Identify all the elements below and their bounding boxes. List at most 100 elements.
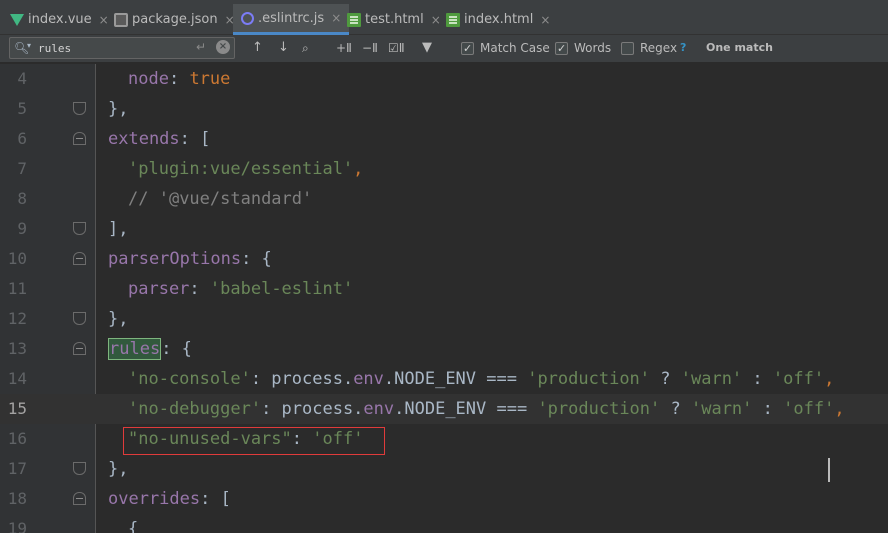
- tab-label: test.html: [365, 12, 424, 27]
- add-selection-icon[interactable]: +Ⅱ: [336, 39, 352, 57]
- search-box[interactable]: 🔍︎ ▾ ↵ ×: [9, 37, 235, 59]
- code-text: // '@vue/standard': [128, 189, 313, 209]
- chevron-down-icon[interactable]: ▾: [27, 41, 31, 50]
- code-line: 19 {: [0, 514, 888, 533]
- line-number: 15: [7, 399, 27, 418]
- line-number: 5: [17, 99, 27, 118]
- regex-checkbox[interactable]: [621, 41, 634, 55]
- close-icon[interactable]: ×: [99, 13, 109, 27]
- code-text: },: [108, 459, 129, 479]
- code-editor[interactable]: 4 node: true 5 }, 6 extends: [ 7 'plugin…: [0, 64, 888, 533]
- words-option[interactable]: Words: [555, 39, 612, 58]
- text-cursor: [828, 458, 830, 482]
- clear-icon[interactable]: ×: [216, 40, 230, 54]
- code-line: 11 parser: 'babel-eslint': [0, 274, 888, 304]
- search-input[interactable]: [38, 40, 188, 56]
- tab-label: package.json: [132, 12, 218, 27]
- eslint-icon: [241, 11, 254, 25]
- line-number: 16: [7, 429, 27, 448]
- search-match-highlight: rules: [108, 338, 162, 360]
- code-line-current: 15 'no-debugger': process.env.NODE_ENV =…: [0, 394, 888, 424]
- tab-package-json[interactable]: package.json ×: [114, 4, 235, 35]
- close-icon[interactable]: ×: [431, 13, 441, 27]
- fold-icon[interactable]: [73, 222, 86, 235]
- tab-test-html[interactable]: test.html ×: [347, 4, 441, 35]
- line-number: 4: [17, 69, 27, 88]
- fold-icon[interactable]: [73, 462, 86, 475]
- line-number: 17: [7, 459, 27, 478]
- fold-icon[interactable]: [73, 342, 86, 355]
- code-line: 18 overrides: [: [0, 484, 888, 514]
- line-number: 12: [7, 309, 27, 328]
- fold-icon[interactable]: [73, 132, 86, 145]
- code-line: 12 },: [0, 304, 888, 334]
- line-number: 11: [7, 279, 27, 298]
- code-line: 4 node: true: [0, 64, 888, 94]
- regex-label: Regex: [640, 41, 678, 55]
- fold-icon[interactable]: [73, 492, 86, 505]
- previous-occurrence-icon[interactable]: ↑: [252, 39, 263, 57]
- close-icon[interactable]: ×: [331, 11, 341, 25]
- words-checkbox[interactable]: [555, 40, 568, 58]
- filter-icon[interactable]: ▼: [422, 39, 432, 57]
- code-line: 5 },: [0, 94, 888, 124]
- remove-selection-icon[interactable]: −Ⅱ: [362, 39, 378, 57]
- annotation-highlight-box: [123, 427, 385, 455]
- html-icon: [446, 12, 460, 27]
- regex-help-link[interactable]: ?: [680, 39, 686, 57]
- editor-tab-bar: index.vue × package.json × .eslintrc.js …: [0, 0, 888, 35]
- tab-label: .eslintrc.js: [258, 10, 325, 26]
- line-number: 8: [17, 189, 27, 208]
- select-all-matches-icon[interactable]: ☑Ⅱ: [388, 39, 405, 57]
- fold-icon[interactable]: [73, 102, 86, 115]
- code-text: extends: [: [108, 129, 211, 149]
- line-number: 6: [17, 129, 27, 148]
- match-case-option[interactable]: Match Case: [461, 39, 550, 58]
- tab-label: index.html: [464, 12, 534, 27]
- code-text: },: [108, 99, 129, 119]
- code-line: 7 'plugin:vue/essential',: [0, 154, 888, 184]
- line-number: 18: [7, 489, 27, 508]
- tab-index-html[interactable]: index.html ×: [446, 4, 550, 35]
- match-case-label: Match Case: [480, 41, 550, 55]
- words-label: Words: [574, 41, 612, 55]
- new-line-icon[interactable]: ↵: [196, 40, 206, 54]
- line-number: 9: [17, 219, 27, 238]
- select-all-occurrences-icon[interactable]: ⌕: [302, 39, 309, 57]
- code-line: 13 rules: {: [0, 334, 888, 364]
- fold-icon[interactable]: [73, 252, 86, 265]
- line-number: 7: [17, 159, 27, 178]
- code-text: ],: [108, 219, 129, 239]
- next-occurrence-icon[interactable]: ↓: [278, 39, 289, 57]
- code-text: 'no-debugger': process.env.NODE_ENV === …: [128, 399, 845, 419]
- regex-option[interactable]: Regex: [621, 39, 677, 57]
- match-count: One match: [706, 41, 773, 54]
- tab-index-vue[interactable]: index.vue ×: [10, 4, 109, 35]
- html-icon: [347, 12, 361, 27]
- line-number: 14: [7, 369, 27, 388]
- line-number: 13: [7, 339, 27, 358]
- code-text: overrides: [: [108, 489, 231, 509]
- code-line: 14 'no-console': process.env.NODE_ENV ==…: [0, 364, 888, 394]
- close-icon[interactable]: ×: [540, 13, 550, 27]
- tab-eslintrc[interactable]: .eslintrc.js ×: [233, 4, 350, 35]
- code-text: parserOptions: {: [108, 249, 272, 269]
- fold-icon[interactable]: [73, 312, 86, 325]
- code-text: },: [108, 309, 129, 329]
- code-text: 'no-console': process.env.NODE_ENV === '…: [128, 369, 835, 389]
- find-bar: 🔍︎ ▾ ↵ × ↑ ↓ ⌕ +Ⅱ −Ⅱ ☑Ⅱ ▼ Match Case Wor…: [0, 35, 888, 63]
- code-text: {: [128, 519, 139, 533]
- code-text: parser: 'babel-eslint': [128, 279, 354, 299]
- package-icon: [114, 12, 128, 27]
- line-number: 19: [7, 519, 27, 533]
- code-line: 9 ],: [0, 214, 888, 244]
- code-line: 8 // '@vue/standard': [0, 184, 888, 214]
- code-text: rules: {: [108, 338, 192, 360]
- tab-label: index.vue: [28, 12, 92, 27]
- line-number: 10: [7, 249, 27, 268]
- match-case-checkbox[interactable]: [461, 40, 474, 58]
- code-text: 'plugin:vue/essential',: [128, 159, 364, 179]
- vue-icon: [10, 13, 24, 26]
- code-text: node: true: [128, 69, 231, 89]
- code-line: 6 extends: [: [0, 124, 888, 154]
